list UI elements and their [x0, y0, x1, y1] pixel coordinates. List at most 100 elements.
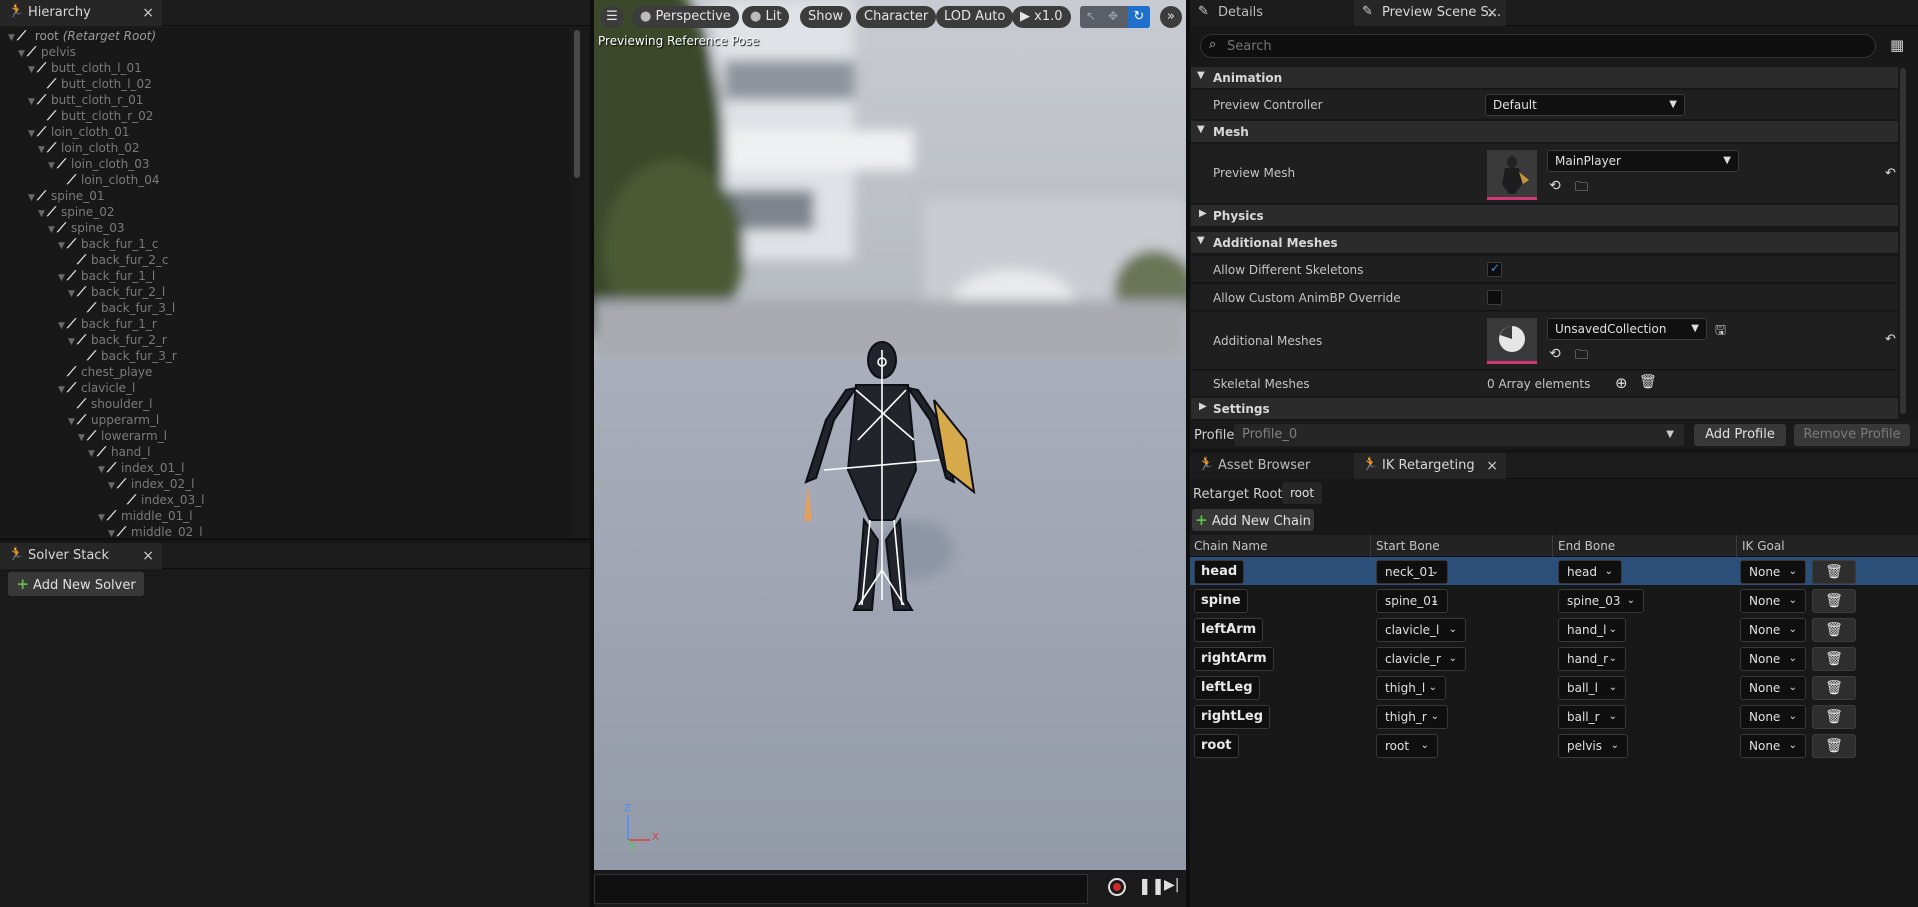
- settings-section[interactable]: ▶ Settings: [1191, 398, 1898, 420]
- chain-row[interactable]: head neck_01 ⌄ head ⌄ None ⌄ 🗑: [1190, 557, 1918, 585]
- tree-row[interactable]: ▼ ⟋ spine_02: [38, 204, 114, 220]
- column-header-start-bone[interactable]: Start Bone: [1376, 539, 1440, 553]
- lit-button[interactable]: ● Lit: [742, 6, 790, 28]
- additional-meshes-section[interactable]: ▼ Additional Meshes: [1191, 232, 1898, 254]
- tree-row[interactable]: ▼ ⟋ index_02_l: [108, 476, 194, 492]
- collapse-arrow-icon[interactable]: ▼: [28, 190, 37, 206]
- ik-goal-dropdown[interactable]: None ⌄: [1740, 647, 1806, 671]
- tree-row[interactable]: ▼ ⟋ back_fur_1_l: [58, 268, 155, 284]
- start-bone-dropdown[interactable]: thigh_l ⌄: [1376, 676, 1446, 700]
- tab-preview-scene[interactable]: ✎ Preview Scene S... ×: [1354, 0, 1506, 26]
- lod-button[interactable]: LOD Auto: [936, 6, 1014, 28]
- pause-icon[interactable]: ❚❚: [1138, 876, 1165, 895]
- tree-row[interactable]: ▼ ⟋ back_fur_2_l: [68, 284, 165, 300]
- ik-goal-dropdown[interactable]: None ⌄: [1740, 618, 1806, 642]
- select-icon[interactable]: ↖: [1086, 9, 1096, 23]
- add-new-chain-button[interactable]: + Add New Chain: [1192, 509, 1314, 531]
- additional-meshes-dropdown[interactable]: UnsavedCollection ▼: [1547, 318, 1707, 340]
- collapse-arrow-icon[interactable]: ▼: [48, 222, 57, 238]
- close-icon[interactable]: ×: [142, 543, 154, 569]
- tree-row[interactable]: ⟋ butt_cloth_r_02: [38, 108, 153, 124]
- column-header-ik-goal[interactable]: IK Goal: [1742, 539, 1785, 553]
- allow-different-skeletons-checkbox[interactable]: ✓: [1487, 261, 1502, 277]
- tree-row[interactable]: ⟋ index_03_l: [118, 492, 204, 508]
- start-bone-dropdown[interactable]: thigh_r ⌄: [1376, 705, 1448, 729]
- remove-profile-button[interactable]: Remove Profile: [1794, 424, 1910, 446]
- browse-folder-icon[interactable]: 🗀: [1575, 178, 1588, 200]
- physics-section[interactable]: ▶ Physics: [1191, 205, 1898, 227]
- perspective-button[interactable]: ● Perspective: [632, 6, 739, 28]
- collapse-arrow-icon[interactable]: ▼: [68, 334, 77, 350]
- chain-row[interactable]: spine spine_01 ⌄ spine_03 ⌄ None ⌄ 🗑: [1190, 586, 1918, 614]
- tree-row[interactable]: ▼ ⟋ butt_cloth_r_01: [28, 92, 143, 108]
- details-scrollbar[interactable]: [1900, 68, 1906, 414]
- tab-solver-stack[interactable]: 🏃 Solver Stack ×: [0, 543, 162, 569]
- record-icon[interactable]: [1108, 878, 1126, 896]
- rotate-icon[interactable]: ↻: [1128, 6, 1150, 28]
- step-forward-icon[interactable]: ▶|: [1164, 877, 1179, 893]
- start-bone-dropdown[interactable]: root ⌄: [1376, 734, 1438, 758]
- animation-section[interactable]: ▼ Animation: [1191, 67, 1898, 89]
- use-selected-icon[interactable]: ⟲: [1549, 346, 1561, 362]
- search-input[interactable]: [1227, 37, 1847, 55]
- delete-chain-button[interactable]: 🗑: [1812, 618, 1856, 642]
- tree-row[interactable]: ▼ ⟋ index_01_l: [98, 460, 184, 476]
- close-icon[interactable]: ×: [142, 0, 154, 26]
- collapse-arrow-icon[interactable]: ▼: [28, 94, 37, 110]
- collapse-arrow-icon[interactable]: ▼: [88, 446, 97, 462]
- start-bone-dropdown[interactable]: clavicle_l ⌄: [1376, 618, 1466, 642]
- end-bone-dropdown[interactable]: spine_03 ⌄: [1558, 589, 1644, 613]
- delete-chain-button[interactable]: 🗑: [1812, 560, 1856, 584]
- tree-row[interactable]: ⟋ shoulder_l: [68, 396, 152, 412]
- tree-row[interactable]: ▼ ⟋ loin_cloth_01: [28, 124, 129, 140]
- collapse-arrow-icon[interactable]: ▼: [68, 286, 77, 302]
- tab-asset-browser[interactable]: 🏃 Asset Browser: [1190, 453, 1352, 479]
- tree-row[interactable]: ⟋ chest_playe: [58, 364, 152, 380]
- reset-arrow-icon[interactable]: ↶: [1885, 332, 1896, 347]
- delete-chain-button[interactable]: 🗑: [1812, 734, 1856, 758]
- ik-goal-dropdown[interactable]: None ⌄: [1740, 589, 1806, 613]
- tree-row[interactable]: ⟋ butt_cloth_l_02: [38, 76, 152, 92]
- add-profile-button[interactable]: Add Profile: [1694, 424, 1786, 446]
- allow-custom-animbp-checkbox[interactable]: [1487, 290, 1502, 305]
- ik-goal-dropdown[interactable]: None ⌄: [1740, 705, 1806, 729]
- collapse-arrow-icon[interactable]: ▼: [98, 462, 107, 478]
- tab-hierarchy[interactable]: 🏃 Hierarchy ×: [0, 0, 162, 26]
- collapse-arrow-icon[interactable]: ▼: [58, 238, 67, 254]
- tree-row[interactable]: ▼ ⟋ middle_01_l: [98, 508, 193, 524]
- splitter-right[interactable]: [1186, 0, 1190, 907]
- chain-row[interactable]: root root ⌄ pelvis ⌄ None ⌄ 🗑: [1190, 731, 1918, 759]
- start-bone-dropdown[interactable]: spine_01 ⌄: [1376, 589, 1448, 613]
- tree-row[interactable]: ⟋ back_fur_3_r: [78, 348, 177, 364]
- column-header-end-bone[interactable]: End Bone: [1558, 539, 1615, 553]
- tree-row[interactable]: ▼ ⟋ loin_cloth_02: [38, 140, 139, 156]
- move-icon[interactable]: ✥: [1108, 9, 1118, 23]
- tree-row[interactable]: ⟋ loin_cloth_04: [58, 172, 159, 188]
- close-icon[interactable]: ×: [1486, 453, 1498, 479]
- start-bone-dropdown[interactable]: clavicle_r ⌄: [1376, 647, 1466, 671]
- close-icon[interactable]: ×: [1486, 0, 1498, 26]
- tree-row[interactable]: ▼ ⟋ butt_cloth_l_01: [28, 60, 142, 76]
- reset-arrow-icon[interactable]: ↶: [1885, 166, 1896, 181]
- tree-row[interactable]: ▼ ⟋ pelvis: [18, 44, 76, 60]
- tree-row[interactable]: ⟋ back_fur_3_l: [78, 300, 175, 316]
- tree-row[interactable]: ▼ ⟋ hand_l: [88, 444, 151, 460]
- collapse-arrow-icon[interactable]: ▼: [48, 158, 57, 174]
- collection-thumbnail[interactable]: [1487, 318, 1537, 364]
- tree-scrollbar[interactable]: [574, 30, 580, 178]
- end-bone-dropdown[interactable]: ball_r ⌄: [1558, 705, 1626, 729]
- collapse-arrow-icon[interactable]: ▼: [38, 142, 47, 158]
- tree-row-root[interactable]: ▼ ⟋ root (Retarget Root): [8, 28, 156, 44]
- delete-chain-button[interactable]: 🗑: [1812, 705, 1856, 729]
- mesh-thumbnail[interactable]: [1487, 150, 1537, 200]
- collapse-arrow-icon[interactable]: ▼: [98, 510, 107, 526]
- chain-row[interactable]: leftArm clavicle_l ⌄ hand_l ⌄ None ⌄ 🗑: [1190, 615, 1918, 643]
- collapse-arrow-icon[interactable]: ▼: [78, 430, 87, 446]
- viewport-menu-button[interactable]: ☰: [600, 6, 624, 28]
- add-new-solver-button[interactable]: + Add New Solver: [8, 572, 144, 596]
- collapse-arrow-icon[interactable]: ▼: [58, 270, 67, 286]
- mesh-section[interactable]: ▼ Mesh: [1191, 121, 1898, 143]
- ik-goal-dropdown[interactable]: None ⌄: [1740, 734, 1806, 758]
- delete-all-icon[interactable]: 🗑: [1639, 374, 1657, 390]
- end-bone-dropdown[interactable]: pelvis ⌄: [1558, 734, 1628, 758]
